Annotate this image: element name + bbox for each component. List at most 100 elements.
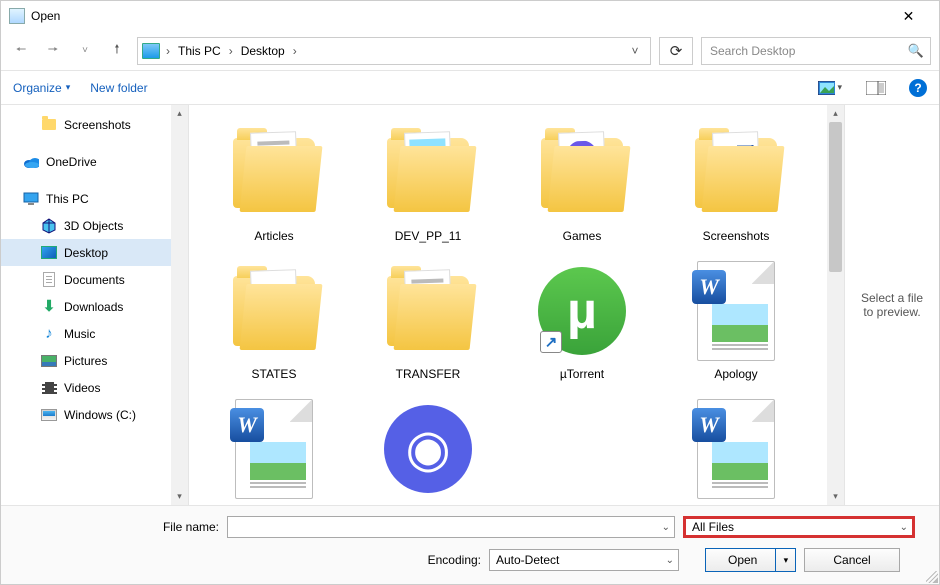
file-item[interactable]: WApology bbox=[661, 257, 811, 385]
organize-button[interactable]: Organize ▾ bbox=[13, 81, 70, 95]
scroll-down-icon[interactable]: ▾ bbox=[171, 488, 188, 505]
folder-icon bbox=[537, 123, 627, 223]
file-item[interactable] bbox=[507, 395, 657, 505]
desktop-icon bbox=[41, 245, 57, 261]
toolbar: Organize ▾ New folder ▾ ? bbox=[1, 71, 939, 105]
back-button[interactable]: 🠔 bbox=[9, 37, 33, 65]
word-icon: W bbox=[691, 399, 781, 499]
tree-scrollbar[interactable]: ▴ ▾ bbox=[171, 105, 188, 505]
chevron-right-icon[interactable]: › bbox=[164, 44, 172, 58]
tree-label: This PC bbox=[46, 192, 89, 206]
cancel-button[interactable]: Cancel bbox=[804, 548, 899, 572]
file-item[interactable]: W bbox=[199, 395, 349, 505]
chevron-down-icon: ▾ bbox=[66, 82, 71, 93]
file-item-label: Screenshots bbox=[703, 229, 770, 243]
bottom-panel: File name: ⌄ All Files ⌄ Encoding: Auto-… bbox=[1, 505, 939, 584]
file-item-label: TRANSFER bbox=[396, 367, 461, 381]
encoding-value: Auto-Detect bbox=[496, 553, 662, 567]
organize-label: Organize bbox=[13, 81, 62, 95]
scroll-down-icon[interactable]: ▾ bbox=[827, 488, 844, 505]
file-item[interactable]: Articles bbox=[199, 119, 349, 247]
chevron-down-icon[interactable]: ⌄ bbox=[666, 555, 674, 566]
chevron-down-icon: ▾ bbox=[837, 82, 842, 93]
file-item[interactable]: ◉ bbox=[353, 395, 503, 505]
chevron-right-icon[interactable]: › bbox=[291, 44, 299, 58]
open-button-label: Open bbox=[728, 553, 757, 567]
tree-node-3d-objects[interactable]: 3D Objects bbox=[1, 212, 188, 239]
tree-node-music[interactable]: ♪ Music bbox=[1, 320, 188, 347]
file-grid[interactable]: Articles DEV_PP_11 Games Screenshots STATES T… bbox=[189, 105, 827, 505]
nav-bar: 🠔 🠖 ˅ 🠕 › This PC › Desktop › ˅ ⟳ 🔍 bbox=[1, 31, 939, 71]
tree-label: Downloads bbox=[64, 300, 123, 314]
preview-pane: Select a file to preview. bbox=[844, 105, 939, 505]
encoding-label: Encoding: bbox=[13, 553, 481, 567]
tree-node-onedrive[interactable]: OneDrive bbox=[1, 148, 188, 175]
preview-pane-icon bbox=[866, 81, 886, 95]
file-item-label: µTorrent bbox=[560, 367, 604, 381]
file-scrollbar[interactable]: ▴ ▾ bbox=[827, 105, 844, 505]
change-view-button[interactable]: ▾ bbox=[817, 77, 843, 99]
tree-node-pictures[interactable]: Pictures bbox=[1, 347, 188, 374]
file-item[interactable]: Games bbox=[507, 119, 657, 247]
file-list: Articles DEV_PP_11 Games Screenshots STATES T… bbox=[189, 105, 939, 505]
file-item[interactable]: µ↗ µTorrent bbox=[507, 257, 657, 385]
chevron-down-icon[interactable]: ⌄ bbox=[900, 522, 908, 533]
tree-node-downloads[interactable]: ⬇ Downloads bbox=[1, 293, 188, 320]
notepad-icon bbox=[9, 8, 25, 24]
nav-tree: Screenshots OneDrive This PC 3D Objects … bbox=[1, 105, 189, 505]
open-button[interactable]: Open ▾ bbox=[705, 548, 796, 572]
file-item[interactable]: W bbox=[661, 395, 811, 505]
scrollbar-thumb[interactable] bbox=[829, 122, 842, 272]
breadcrumb-this-pc[interactable]: This PC bbox=[176, 44, 223, 58]
title-bar: Open ✕ bbox=[1, 1, 939, 31]
file-type-combo[interactable]: All Files ⌄ bbox=[683, 516, 915, 538]
file-type-value: All Files bbox=[692, 520, 896, 534]
tree-node-videos[interactable]: Videos bbox=[1, 374, 188, 401]
up-button[interactable]: 🠕 bbox=[105, 37, 129, 65]
pictures-icon bbox=[41, 353, 57, 369]
address-dropdown-button[interactable]: ˅ bbox=[624, 44, 646, 58]
recent-locations-button[interactable]: ˅ bbox=[73, 37, 97, 65]
tree-node-documents[interactable]: Documents bbox=[1, 266, 188, 293]
file-item-label: Games bbox=[563, 229, 602, 243]
tree-label: Desktop bbox=[64, 246, 108, 260]
tree-node-screenshots[interactable]: Screenshots bbox=[1, 111, 188, 138]
help-button[interactable]: ? bbox=[909, 79, 927, 97]
scroll-up-icon[interactable]: ▴ bbox=[827, 105, 844, 122]
new-folder-button[interactable]: New folder bbox=[90, 81, 147, 95]
filename-input[interactable] bbox=[234, 517, 658, 537]
filename-combo[interactable]: ⌄ bbox=[227, 516, 675, 538]
tree-node-this-pc[interactable]: This PC bbox=[1, 185, 188, 212]
preview-pane-button[interactable] bbox=[863, 77, 889, 99]
forward-button[interactable]: 🠖 bbox=[41, 37, 65, 65]
utorrent-icon: µ↗ bbox=[537, 261, 627, 361]
folder-icon bbox=[41, 117, 57, 133]
file-item[interactable]: Screenshots bbox=[661, 119, 811, 247]
search-box[interactable]: 🔍 bbox=[701, 37, 931, 65]
tree-node-windows-c[interactable]: Windows (C:) bbox=[1, 401, 188, 428]
tree-label: Videos bbox=[64, 381, 100, 395]
file-item[interactable]: STATES bbox=[199, 257, 349, 385]
file-item-label: Articles bbox=[254, 229, 293, 243]
picture-icon bbox=[818, 81, 835, 95]
chevron-down-icon[interactable]: ⌄ bbox=[662, 522, 670, 533]
search-input[interactable] bbox=[708, 43, 908, 59]
file-item[interactable]: DEV_PP_11 bbox=[353, 119, 503, 247]
open-split-button[interactable]: ▾ bbox=[775, 549, 795, 571]
resize-grip[interactable] bbox=[926, 571, 938, 583]
refresh-button[interactable]: ⟳ bbox=[659, 37, 693, 65]
file-item-label: Apology bbox=[714, 367, 757, 381]
tree-node-desktop[interactable]: Desktop bbox=[1, 239, 188, 266]
file-item[interactable]: TRANSFER bbox=[353, 257, 503, 385]
music-icon: ♪ bbox=[41, 326, 57, 342]
videos-icon bbox=[41, 380, 57, 396]
tree-label: Screenshots bbox=[64, 118, 131, 132]
breadcrumb-desktop[interactable]: Desktop bbox=[239, 44, 287, 58]
close-button[interactable]: ✕ bbox=[886, 1, 931, 31]
address-bar[interactable]: › This PC › Desktop › ˅ bbox=[137, 37, 651, 65]
scroll-up-icon[interactable]: ▴ bbox=[171, 105, 188, 122]
chevron-right-icon[interactable]: › bbox=[227, 44, 235, 58]
folder-icon bbox=[229, 123, 319, 223]
blank-icon bbox=[537, 399, 627, 499]
encoding-combo[interactable]: Auto-Detect ⌄ bbox=[489, 549, 679, 571]
